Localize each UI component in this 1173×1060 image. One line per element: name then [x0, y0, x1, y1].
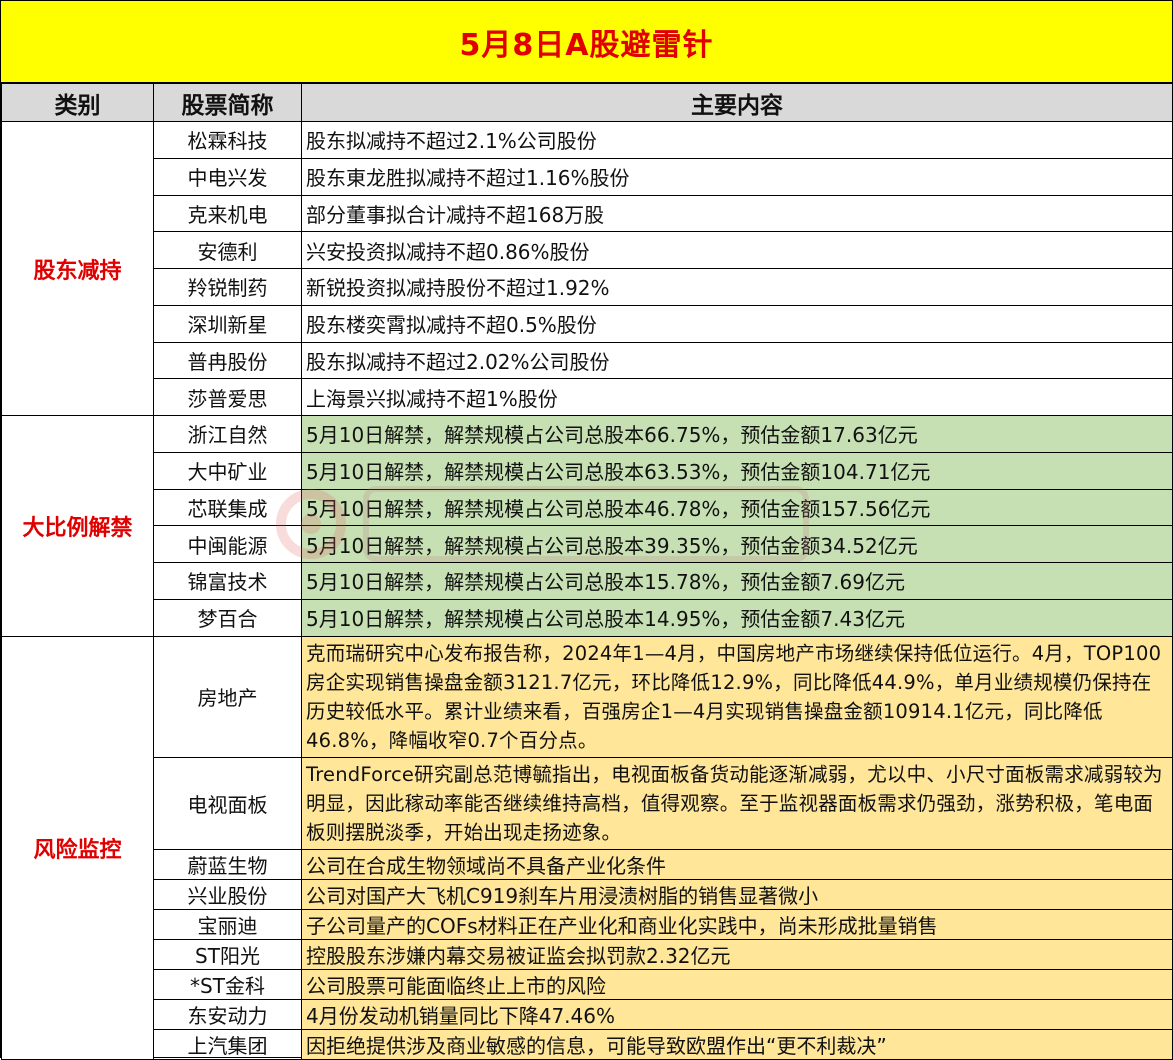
- content-cell: 公司股票可能面临终止上市的风险: [301, 968, 1173, 1000]
- header-stock: 股票简称: [153, 83, 302, 122]
- content-cell: 股东楼奕霄拟减持不超0.5%股份: [301, 304, 1173, 343]
- table-row: 芯联集成 5月10日解禁，解禁规模占公司总股本46.78%，预估金额157.56…: [2, 488, 1173, 527]
- stock-name: 安德利: [153, 231, 302, 269]
- content-cell: 股东拟减持不超过2.1%公司股份: [301, 121, 1173, 159]
- table-row: 蔚蓝生物 公司在合成生物领域尚不具备产业化条件: [2, 848, 1173, 880]
- table-row: 中电兴发 股东東龙胜拟减持不超过1.16%股份: [2, 157, 1173, 196]
- category-cell: 风险监控: [1, 635, 154, 1060]
- stock-name: *ST金科: [153, 968, 302, 1000]
- table-row: 股东减持 松霖科技 股东拟减持不超过2.1%公司股份: [1, 121, 1173, 416]
- stock-name: 大中矿业: [153, 451, 302, 490]
- stock-name: 锦富技术: [153, 562, 302, 600]
- table-row: 宝丽迪 子公司量产的COFs材料正在产业化和商业化实践中，尚未形成批量销售: [2, 908, 1173, 940]
- stock-name: 深圳新星: [153, 304, 302, 343]
- stock-name: 中闽能源: [153, 525, 302, 563]
- stock-name: 羚锐制药: [153, 268, 302, 306]
- header-content: 主要内容: [301, 83, 1173, 122]
- content-cell: 4月份发动机销量同比下降47.46%: [301, 998, 1173, 1030]
- content-cell: 5月10日解禁，解禁规模占公司总股本63.53%，预估金额104.71亿元: [301, 451, 1173, 490]
- table-row: 莎普爱思 上海景兴拟减持不超1%股份: [2, 378, 1173, 416]
- stock-name: 电视面板: [153, 756, 302, 850]
- stock-risk-table: 类别 股票简称 主要内容 股东减持 松霖科技 股东拟减持不超过2.1%公司股份 …: [1, 83, 1173, 1060]
- content-cell: 部分董事拟合计减持不超168万股: [301, 194, 1173, 233]
- content-cell: 上海景兴拟减持不超1%股份: [301, 378, 1173, 416]
- stock-name: 上汽集团: [153, 1028, 302, 1060]
- content-cell: 5月10日解禁，解禁规模占公司总股本39.35%，预估金额34.52亿元: [301, 525, 1173, 563]
- stock-name: 芯联集成: [153, 488, 302, 527]
- table-row: 梦百合 5月10日解禁，解禁规模占公司总股本14.95%，预估金额7.43亿元: [2, 598, 1173, 637]
- content-cell: 子公司量产的COFs材料正在产业化和商业化实践中，尚未形成批量销售: [301, 908, 1173, 940]
- content-cell: 兴安投资拟减持不超0.86%股份: [301, 231, 1173, 269]
- stock-name: 房地产: [153, 635, 302, 758]
- content-cell: 公司对国产大飞机C919刹车片用浸渍树脂的销售显著微小: [301, 878, 1173, 910]
- stock-name: 莎普爱思: [153, 378, 302, 416]
- content-cell: 5月10日解禁，解禁规模占公司总股本46.78%，预估金额157.56亿元: [301, 488, 1173, 527]
- table-row: 风险监控 房地产 克而瑞研究中心发布报告称，2024年1—4月，中国房地产市场继…: [1, 635, 1173, 1060]
- content-cell: 5月10日解禁，解禁规模占公司总股本15.78%，预估金额7.69亿元: [301, 562, 1173, 600]
- table-row: 兴业股份 公司对国产大飞机C919刹车片用浸渍树脂的销售显著微小: [2, 878, 1173, 910]
- table-row: 锦富技术 5月10日解禁，解禁规模占公司总股本15.78%，预估金额7.69亿元: [2, 562, 1173, 600]
- content-cell: 5月10日解禁，解禁规模占公司总股本66.75%，预估金额17.63亿元: [301, 415, 1173, 453]
- content-cell: 公司在合成生物领域尚不具备产业化条件: [301, 848, 1173, 880]
- header-row: 类别 股票简称 主要内容: [1, 83, 1173, 122]
- stock-name: 蔚蓝生物: [153, 848, 302, 880]
- table-row: *ST金科 公司股票可能面临终止上市的风险: [2, 968, 1173, 1000]
- content-cell: 因拒绝提供涉及商业敏感的信息，可能导致欧盟作出“更不利裁决”: [301, 1028, 1173, 1060]
- content-cell: TrendForce研究副总范博毓指出，电视面板备货动能逐渐减弱，尤以中、小尺寸…: [301, 756, 1173, 850]
- table-row: 电视面板 TrendForce研究副总范博毓指出，电视面板备货动能逐渐减弱，尤以…: [2, 756, 1173, 850]
- table-row: 大中矿业 5月10日解禁，解禁规模占公司总股本63.53%，预估金额104.71…: [2, 451, 1173, 490]
- table-row: 东安动力 4月份发动机销量同比下降47.46%: [2, 998, 1173, 1030]
- content-cell: 控股股东涉嫌内幕交易被证监会拟罚款2.32亿元: [301, 938, 1173, 970]
- content-cell: 克而瑞研究中心发布报告称，2024年1—4月，中国房地产市场继续保持低位运行。4…: [301, 635, 1173, 758]
- stock-name: 中电兴发: [153, 157, 302, 196]
- content-cell: 5月10日解禁，解禁规模占公司总股本14.95%，预估金额7.43亿元: [301, 598, 1173, 637]
- stock-name: 东安动力: [153, 998, 302, 1030]
- stock-name: 普冉股份: [153, 341, 302, 380]
- stock-name: 兴业股份: [153, 878, 302, 910]
- stock-name: 克来机电: [153, 194, 302, 233]
- table-row: 普冉股份 股东拟减持不超过2.02%公司股份: [2, 341, 1173, 380]
- table-row: ST阳光 控股股东涉嫌内幕交易被证监会拟罚款2.32亿元: [2, 938, 1173, 970]
- stock-name: 浙江自然: [153, 415, 302, 453]
- spreadsheet: 5月8日A股避雷针 类别 股票简称 主要内容 股东减持 松霖科技 股东拟减持不超…: [0, 0, 1173, 1060]
- header-category: 类别: [1, 83, 154, 122]
- category-cell: 大比例解禁: [1, 415, 154, 637]
- table-row: 中闽能源 5月10日解禁，解禁规模占公司总股本39.35%，预估金额34.52亿…: [2, 525, 1173, 563]
- page-title: 5月8日A股避雷针: [1, 1, 1172, 83]
- content-cell: 股东拟减持不超过2.02%公司股份: [301, 341, 1173, 380]
- content-cell: 股东東龙胜拟减持不超过1.16%股份: [301, 157, 1173, 196]
- table-row: 大比例解禁 浙江自然 5月10日解禁，解禁规模占公司总股本66.75%，预估金额…: [1, 415, 1173, 637]
- stock-name: 宝丽迪: [153, 908, 302, 940]
- table-row: 上汽集团 因拒绝提供涉及商业敏感的信息，可能导致欧盟作出“更不利裁决”: [2, 1028, 1173, 1060]
- content-cell: 新锐投资拟减持股份不超过1.92%: [301, 268, 1173, 306]
- category-cell: 股东减持: [1, 121, 154, 416]
- stock-name: 梦百合: [153, 598, 302, 637]
- table-row: 安德利 兴安投资拟减持不超0.86%股份: [2, 231, 1173, 269]
- stock-name: 松霖科技: [153, 121, 302, 159]
- table-row: 克来机电 部分董事拟合计减持不超168万股: [2, 194, 1173, 233]
- table-row: 深圳新星 股东楼奕霄拟减持不超0.5%股份: [2, 304, 1173, 343]
- table-row: 羚锐制药 新锐投资拟减持股份不超过1.92%: [2, 268, 1173, 306]
- stock-name: ST阳光: [153, 938, 302, 970]
